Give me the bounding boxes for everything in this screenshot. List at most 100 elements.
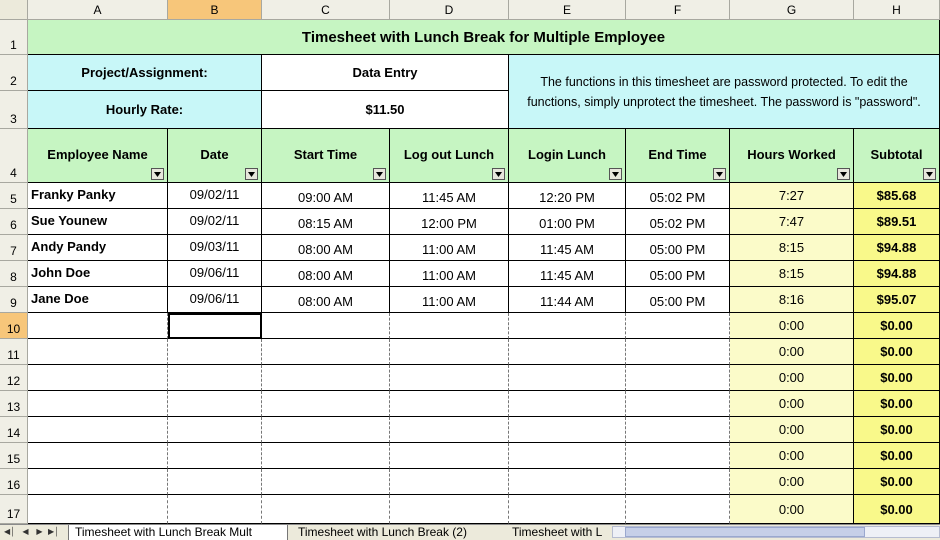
cell-employee-name[interactable] xyxy=(28,469,168,495)
cell-login-lunch[interactable]: 01:00 PM xyxy=(509,209,626,235)
cell-date[interactable] xyxy=(168,339,262,365)
column-header-a[interactable]: A xyxy=(28,0,168,20)
last-sheet-icon[interactable]: ▶│ xyxy=(48,526,59,538)
scrollbar-thumb[interactable] xyxy=(625,527,865,537)
sheet-title[interactable]: Timesheet with Lunch Break for Multiple … xyxy=(28,20,940,55)
cell-log-out-lunch[interactable] xyxy=(390,495,509,524)
cell-log-out-lunch[interactable] xyxy=(390,391,509,417)
column-header-b[interactable]: B xyxy=(168,0,262,20)
cell-end-time[interactable]: 05:02 PM xyxy=(626,183,730,209)
cell-employee-name[interactable]: Sue Younew xyxy=(28,209,168,235)
cell-date[interactable] xyxy=(168,495,262,524)
cell-date[interactable] xyxy=(168,313,262,339)
header-login-lunch[interactable]: Login Lunch xyxy=(509,129,626,183)
cell-date[interactable] xyxy=(168,365,262,391)
cell-login-lunch[interactable]: 11:44 AM xyxy=(509,287,626,313)
cell-end-time[interactable] xyxy=(626,391,730,417)
row-header-4[interactable]: 4 xyxy=(0,129,28,183)
cell-employee-name[interactable] xyxy=(28,417,168,443)
column-header-h[interactable]: H xyxy=(854,0,940,20)
first-sheet-icon[interactable]: ◀│ xyxy=(4,526,15,538)
cell-subtotal[interactable]: $0.00 xyxy=(854,365,940,391)
sheet-tab-1[interactable]: Timesheet with Lunch Break Mult xyxy=(68,525,288,540)
row-header-11[interactable]: 11 xyxy=(0,339,28,365)
sheet-tab-3[interactable]: Timesheet with L xyxy=(506,525,610,540)
row-header-12[interactable]: 12 xyxy=(0,365,28,391)
header-log-out-lunch[interactable]: Log out Lunch xyxy=(390,129,509,183)
cell-employee-name[interactable] xyxy=(28,495,168,524)
project-value[interactable]: Data Entry xyxy=(262,55,509,91)
cell-start-time[interactable]: 08:00 AM xyxy=(262,261,390,287)
cell-end-time[interactable]: 05:00 PM xyxy=(626,235,730,261)
cell-end-time[interactable] xyxy=(626,495,730,524)
row-header-17[interactable]: 17 xyxy=(0,495,28,524)
cell-subtotal[interactable]: $0.00 xyxy=(854,417,940,443)
cell-date[interactable]: 09/02/11 xyxy=(168,209,262,235)
header-date[interactable]: Date xyxy=(168,129,262,183)
column-header-e[interactable]: E xyxy=(509,0,626,20)
cell-subtotal[interactable]: $0.00 xyxy=(854,495,940,524)
cell-start-time[interactable] xyxy=(262,391,390,417)
cell-hours-worked[interactable]: 8:15 xyxy=(730,235,854,261)
cell-start-time[interactable]: 08:00 AM xyxy=(262,235,390,261)
cell-date[interactable]: 09/06/11 xyxy=(168,287,262,313)
cell-start-time[interactable] xyxy=(262,443,390,469)
filter-dropdown-icon[interactable] xyxy=(609,168,622,180)
row-header-5[interactable]: 5 xyxy=(0,183,28,209)
cell-date[interactable] xyxy=(168,443,262,469)
cell-login-lunch[interactable] xyxy=(509,313,626,339)
row-header-14[interactable]: 14 xyxy=(0,417,28,443)
cell-subtotal[interactable]: $0.00 xyxy=(854,313,940,339)
cell-hours-worked[interactable]: 7:27 xyxy=(730,183,854,209)
cell-employee-name[interactable] xyxy=(28,313,168,339)
row-header-16[interactable]: 16 xyxy=(0,469,28,495)
cell-hours-worked[interactable]: 0:00 xyxy=(730,313,854,339)
cell-log-out-lunch[interactable] xyxy=(390,313,509,339)
row-header-3[interactable]: 3 xyxy=(0,91,28,129)
cell-end-time[interactable] xyxy=(626,469,730,495)
cell-date[interactable] xyxy=(168,417,262,443)
cell-subtotal[interactable]: $0.00 xyxy=(854,391,940,417)
next-sheet-icon[interactable]: ▶ xyxy=(34,526,45,538)
cell-employee-name[interactable]: John Doe xyxy=(28,261,168,287)
cell-end-time[interactable] xyxy=(626,443,730,469)
cell-subtotal[interactable]: $89.51 xyxy=(854,209,940,235)
cell-date[interactable] xyxy=(168,391,262,417)
cell-login-lunch[interactable]: 12:20 PM xyxy=(509,183,626,209)
cell-login-lunch[interactable] xyxy=(509,469,626,495)
cell-start-time[interactable] xyxy=(262,339,390,365)
cell-end-time[interactable]: 05:00 PM xyxy=(626,287,730,313)
row-header-10[interactable]: 10 xyxy=(0,313,28,339)
cell-end-time[interactable]: 05:00 PM xyxy=(626,261,730,287)
cell-login-lunch[interactable] xyxy=(509,391,626,417)
cell-subtotal[interactable]: $0.00 xyxy=(854,339,940,365)
cell-hours-worked[interactable]: 0:00 xyxy=(730,443,854,469)
header-subtotal[interactable]: Subtotal xyxy=(854,129,940,183)
horizontal-scrollbar[interactable] xyxy=(612,526,940,538)
cell-hours-worked[interactable]: 0:00 xyxy=(730,391,854,417)
cell-start-time[interactable] xyxy=(262,469,390,495)
row-header-7[interactable]: 7 xyxy=(0,235,28,261)
cell-hours-worked[interactable]: 0:00 xyxy=(730,365,854,391)
cell-employee-name[interactable]: Franky Panky xyxy=(28,183,168,209)
header-end-time[interactable]: End Time xyxy=(626,129,730,183)
cell-hours-worked[interactable]: 8:16 xyxy=(730,287,854,313)
cell-start-time[interactable]: 08:00 AM xyxy=(262,287,390,313)
cell-hours-worked[interactable]: 0:00 xyxy=(730,469,854,495)
cell-end-time[interactable] xyxy=(626,339,730,365)
cell-log-out-lunch[interactable]: 12:00 PM xyxy=(390,209,509,235)
cell-log-out-lunch[interactable]: 11:00 AM xyxy=(390,261,509,287)
filter-dropdown-icon[interactable] xyxy=(373,168,386,180)
cell-date[interactable]: 09/02/11 xyxy=(168,183,262,209)
cell-log-out-lunch[interactable]: 11:00 AM xyxy=(390,235,509,261)
cell-start-time[interactable]: 08:15 AM xyxy=(262,209,390,235)
cell-start-time[interactable] xyxy=(262,417,390,443)
row-header-9[interactable]: 9 xyxy=(0,287,28,313)
cell-subtotal[interactable]: $94.88 xyxy=(854,261,940,287)
filter-dropdown-icon[interactable] xyxy=(837,168,850,180)
prev-sheet-icon[interactable]: ◀ xyxy=(20,526,31,538)
cell-employee-name[interactable]: Andy Pandy xyxy=(28,235,168,261)
row-header-2[interactable]: 2 xyxy=(0,55,28,91)
cell-subtotal[interactable]: $95.07 xyxy=(854,287,940,313)
cell-hours-worked[interactable]: 0:00 xyxy=(730,339,854,365)
